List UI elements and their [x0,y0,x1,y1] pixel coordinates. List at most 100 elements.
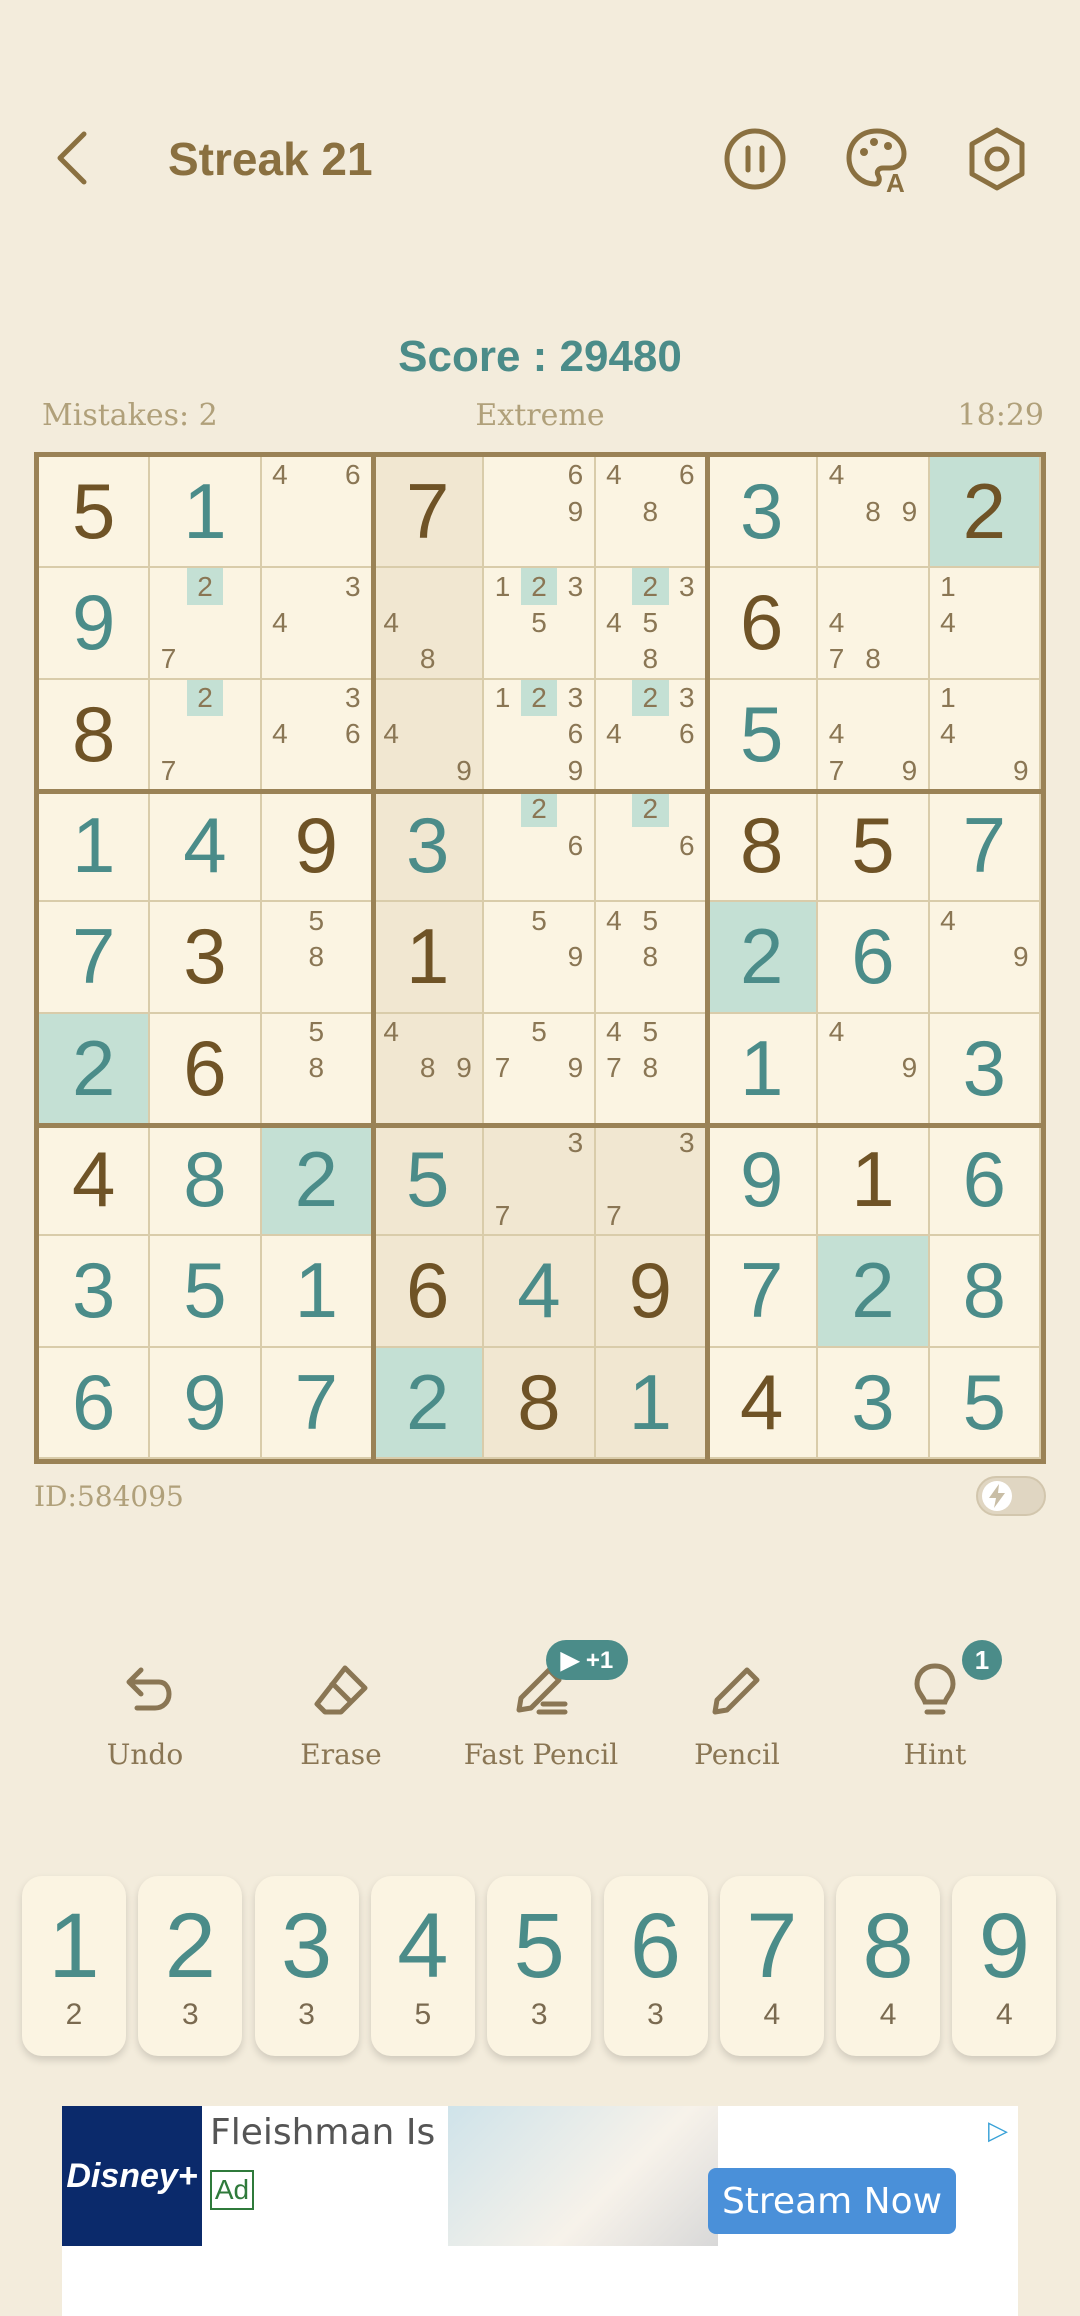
sudoku-cell[interactable]: 1 [818,1125,930,1237]
sudoku-cell[interactable]: 3 [373,791,485,903]
sudoku-cell[interactable]: 26 [595,791,707,903]
sudoku-cell[interactable]: 9 [261,791,373,903]
number-key-6[interactable]: 63 [603,1876,708,2056]
sudoku-cell[interactable]: 6 [39,1347,151,1459]
back-button[interactable] [48,128,98,188]
number-key-3[interactable]: 33 [254,1876,359,2056]
ad-banner[interactable]: Disney+ Fleishman Is In Trouble Ad Strea… [62,2106,1018,2316]
pause-button[interactable] [720,124,790,194]
sudoku-cell[interactable]: 57 9 [484,1013,596,1125]
sudoku-cell[interactable]: 46 [261,457,373,569]
sudoku-cell[interactable]: 8 [150,1125,262,1237]
settings-button[interactable] [962,124,1032,194]
sudoku-cell[interactable]: 59 [484,902,596,1014]
sudoku-cell[interactable]: 34 [261,568,373,680]
sudoku-cell[interactable]: 69 [484,457,596,569]
sudoku-cell[interactable]: 1 [150,457,262,569]
sudoku-cell[interactable]: 9 [39,568,151,680]
number-key-8[interactable]: 84 [836,1876,941,2056]
sudoku-cell[interactable]: 3 4 6 [261,679,373,791]
number-key-7[interactable]: 74 [719,1876,824,2056]
sudoku-cell[interactable]: 49 [373,679,485,791]
auto-toggle[interactable] [976,1476,1046,1516]
sudoku-cell[interactable]: 2 [373,1347,485,1459]
sudoku-cell[interactable]: 9 [707,1125,819,1237]
theme-button[interactable]: A [842,124,912,198]
sudoku-cell[interactable]: 45 8 [595,902,707,1014]
sudoku-cell[interactable]: 8 [707,791,819,903]
sudoku-cell[interactable]: 6 [929,1125,1041,1237]
erase-button[interactable]: Erase [256,1660,426,1800]
sudoku-cell[interactable]: 489 [818,457,930,569]
sudoku-cell[interactable]: 8 [929,1236,1041,1348]
sudoku-cell[interactable]: 1 [707,1013,819,1125]
pencil-button[interactable]: Pencil [652,1660,822,1800]
sudoku-cell[interactable]: 3 [39,1236,151,1348]
sudoku-cell[interactable]: 2 [818,1236,930,1348]
sudoku-cell[interactable]: 9 [595,1236,707,1348]
sudoku-cell[interactable]: 3 [929,1013,1041,1125]
sudoku-cell[interactable]: 1235 [484,568,596,680]
undo-button[interactable]: Undo [60,1660,230,1800]
sudoku-cell[interactable]: 5 [373,1125,485,1237]
sudoku-cell[interactable]: 4578 [595,1013,707,1125]
sudoku-cell[interactable]: 123 6 9 [484,679,596,791]
number-key-4[interactable]: 45 [370,1876,475,2056]
sudoku-cell[interactable]: 23 45 8 [595,568,707,680]
sudoku-cell[interactable]: 9 [150,1347,262,1459]
adchoices-icon[interactable]: ▷ [978,2110,1018,2150]
sudoku-cell[interactable]: 5 [818,791,930,903]
sudoku-cell[interactable]: 6 [818,902,930,1014]
sudoku-cell[interactable]: 3 [150,902,262,1014]
sudoku-cell[interactable]: 7 [39,902,151,1014]
sudoku-cell[interactable]: 4 68 [595,457,707,569]
number-key-1[interactable]: 12 [22,1876,126,2056]
sudoku-cell[interactable]: 8 [39,679,151,791]
hint-button[interactable]: Hint [850,1660,1020,1800]
sudoku-cell[interactable]: 7 [373,457,485,569]
sudoku-cell[interactable]: 1 [39,791,151,903]
sudoku-cell[interactable]: 37 [484,1125,596,1237]
sudoku-cell[interactable]: 1 [261,1236,373,1348]
sudoku-cell[interactable]: 6 [373,1236,485,1348]
sudoku-cell[interactable]: 4 7 9 [818,679,930,791]
number-key-2[interactable]: 23 [138,1876,243,2056]
sudoku-cell[interactable]: 489 [373,1013,485,1125]
sudoku-cell[interactable]: 49 [929,902,1041,1014]
sudoku-cell[interactable]: 14 [929,568,1041,680]
sudoku-cell[interactable]: 4 [707,1347,819,1459]
sudoku-cell[interactable]: 7 [929,791,1041,903]
sudoku-cell[interactable]: 7 [261,1347,373,1459]
sudoku-cell[interactable]: 5 [929,1347,1041,1459]
sudoku-cell[interactable]: 49 [818,1013,930,1125]
sudoku-cell[interactable]: 5 [150,1236,262,1348]
sudoku-cell[interactable]: 26 [484,791,596,903]
sudoku-cell[interactable]: 5 [707,679,819,791]
sudoku-cell[interactable]: 58 [261,902,373,1014]
sudoku-cell[interactable]: 3 [818,1347,930,1459]
sudoku-cell[interactable]: 2 [39,1013,151,1125]
sudoku-cell[interactable]: 27 [150,568,262,680]
number-key-9[interactable]: 94 [952,1876,1057,2056]
sudoku-cell[interactable]: 4 78 [818,568,930,680]
fast-pencil-button[interactable]: Fast Pencil [456,1660,626,1800]
sudoku-cell[interactable]: 4 [39,1125,151,1237]
sudoku-cell[interactable]: 23 4 6 [595,679,707,791]
sudoku-cell[interactable]: 37 [595,1125,707,1237]
stream-now-button[interactable]: Stream Now [708,2168,956,2234]
sudoku-cell[interactable]: 1 [595,1347,707,1459]
sudoku-cell[interactable]: 1 [373,902,485,1014]
sudoku-cell[interactable]: 6 [707,568,819,680]
sudoku-cell[interactable]: 3 [707,457,819,569]
sudoku-cell[interactable]: 27 [150,679,262,791]
sudoku-cell[interactable]: 7 [707,1236,819,1348]
sudoku-cell[interactable]: 5 [39,457,151,569]
sudoku-cell[interactable]: 48 [373,568,485,680]
sudoku-cell[interactable]: 2 [707,902,819,1014]
sudoku-cell[interactable]: 6 [150,1013,262,1125]
sudoku-cell[interactable]: 4 [150,791,262,903]
number-key-5[interactable]: 53 [487,1876,592,2056]
sudoku-cell[interactable]: 2 [261,1125,373,1237]
sudoku-cell[interactable]: 8 [484,1347,596,1459]
sudoku-cell[interactable]: 2 [929,457,1041,569]
